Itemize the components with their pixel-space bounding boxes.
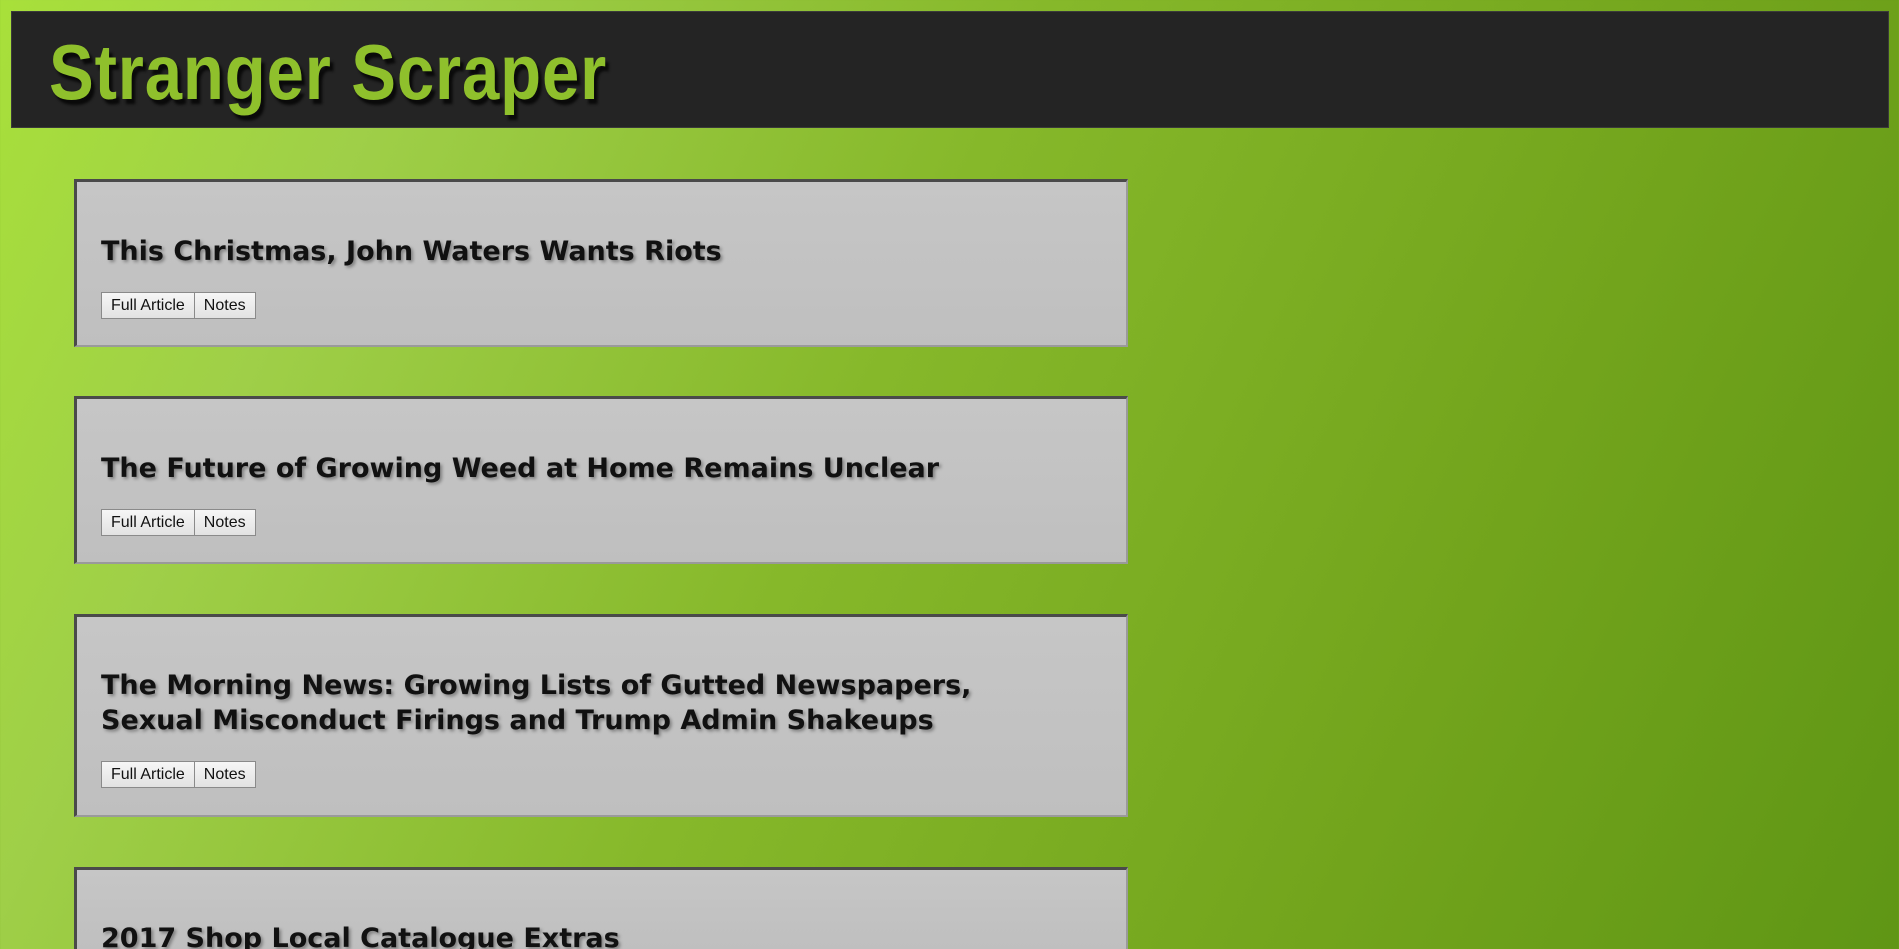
article-actions: Full Article Notes — [101, 292, 1102, 319]
notes-button[interactable]: Notes — [194, 292, 256, 319]
article-card: 2017 Shop Local Catalogue Extras — [74, 867, 1128, 949]
article-actions: Full Article Notes — [101, 761, 1102, 788]
article-card: This Christmas, John Waters Wants Riots … — [74, 179, 1128, 347]
article-title: This Christmas, John Waters Wants Riots — [101, 236, 722, 267]
full-article-button[interactable]: Full Article — [101, 761, 195, 788]
site-title[interactable]: Stranger Scraper — [49, 32, 607, 112]
article-title: 2017 Shop Local Catalogue Extras — [101, 923, 620, 949]
article-actions: Full Article Notes — [101, 509, 1102, 536]
full-article-button[interactable]: Full Article — [101, 292, 195, 319]
notes-button[interactable]: Notes — [194, 509, 256, 536]
article-title: The Future of Growing Weed at Home Remai… — [101, 453, 940, 484]
article-card: The Future of Growing Weed at Home Remai… — [74, 396, 1128, 564]
full-article-button[interactable]: Full Article — [101, 509, 195, 536]
article-card: The Morning News: Growing Lists of Gutte… — [74, 614, 1128, 817]
site-header: Stranger Scraper — [11, 11, 1889, 128]
notes-button[interactable]: Notes — [194, 761, 256, 788]
article-title: The Morning News: Growing Lists of Gutte… — [101, 670, 972, 736]
